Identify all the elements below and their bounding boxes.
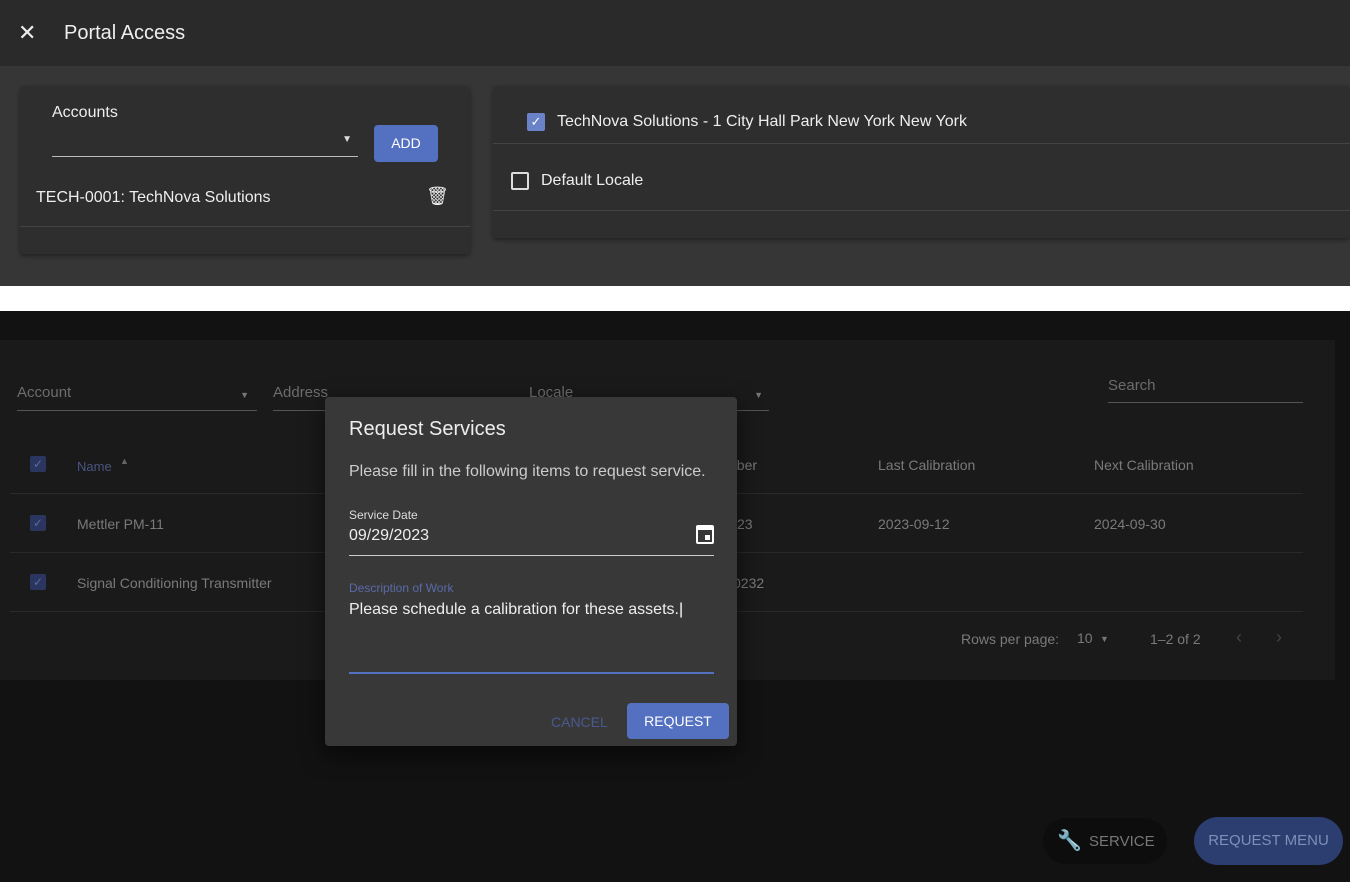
cell-next-calibration: 2024-09-30	[1094, 516, 1166, 532]
column-last-calibration[interactable]: Last Calibration	[878, 457, 975, 473]
cell-partial: 0232	[733, 575, 765, 591]
service-date-label: Service Date	[349, 508, 418, 522]
dialog-title: Request Services	[349, 418, 506, 440]
cancel-button[interactable]: CANCEL	[551, 714, 608, 730]
page-title: Portal Access	[64, 22, 186, 44]
select-all-checkbox[interactable]: ✓	[30, 456, 46, 472]
cell-name: Mettler PM-11	[77, 516, 164, 532]
dropdown-arrow-icon: ▼	[1100, 634, 1109, 644]
row-checkbox[interactable]: ✓	[30, 574, 46, 590]
column-next-calibration[interactable]: Next Calibration	[1094, 457, 1194, 473]
service-date-input[interactable]: 09/29/2023	[349, 525, 714, 556]
pagination-range: 1–2 of 2	[1150, 631, 1201, 647]
request-menu-button[interactable]: REQUEST MENU	[1194, 817, 1343, 865]
cell-partial: 23	[737, 516, 753, 532]
rows-per-page-select[interactable]: 10	[1077, 630, 1093, 646]
search-input[interactable]: Search	[1108, 377, 1303, 403]
service-button[interactable]: 🔧 SERVICE	[1043, 818, 1167, 864]
sort-asc-icon: ▲	[120, 456, 129, 466]
dropdown-arrow-icon: ▼	[240, 390, 249, 400]
description-label: Description of Work	[349, 581, 454, 595]
request-services-dialog: Request Services Please fill in the foll…	[325, 397, 737, 746]
add-button[interactable]: ADD	[374, 125, 438, 162]
next-page-icon[interactable]: ›	[1276, 627, 1282, 648]
default-locale-checkbox[interactable]	[511, 172, 529, 190]
cell-name: Signal Conditioning Transmitter	[77, 575, 272, 591]
calendar-icon[interactable]	[696, 525, 714, 544]
dropdown-arrow-icon: ▼	[342, 134, 352, 145]
default-locale-label: Default Locale	[541, 172, 644, 189]
request-button[interactable]: REQUEST	[627, 703, 729, 739]
dialog-intro: Please fill in the following items to re…	[349, 463, 706, 480]
column-name[interactable]: Name	[77, 459, 112, 474]
cell-last-calibration: 2023-09-12	[878, 516, 950, 532]
accounts-select[interactable]: ▼	[52, 126, 358, 157]
header: ✕ Portal Access	[0, 0, 1350, 66]
close-icon[interactable]: ✕	[18, 20, 36, 46]
prev-page-icon[interactable]: ‹	[1236, 627, 1242, 648]
accounts-label: Accounts	[52, 104, 118, 121]
accounts-card: Accounts ▼ ADD TECH-0001: TechNova Solut…	[20, 86, 470, 254]
trash-icon[interactable]: 🗑	[426, 186, 449, 207]
dropdown-arrow-icon: ▼	[754, 390, 763, 400]
rows-per-page-label: Rows per page:	[961, 631, 1060, 647]
wrench-icon: 🔧	[1057, 830, 1082, 852]
account-item: TECH-0001: TechNova Solutions	[36, 189, 271, 206]
portal-access-panel: ✕ Portal Access Accounts ▼ ADD TECH-0001…	[0, 0, 1350, 286]
location-checkbox[interactable]: ✓	[527, 113, 545, 131]
location-label: TechNova Solutions - 1 City Hall Park Ne…	[557, 113, 967, 130]
account-filter[interactable]: Account ▼	[17, 384, 257, 411]
row-checkbox[interactable]: ✓	[30, 515, 46, 531]
description-input[interactable]: Please schedule a calibration for these …	[349, 601, 714, 674]
locations-card: ✓ TechNova Solutions - 1 City Hall Park …	[493, 86, 1350, 238]
